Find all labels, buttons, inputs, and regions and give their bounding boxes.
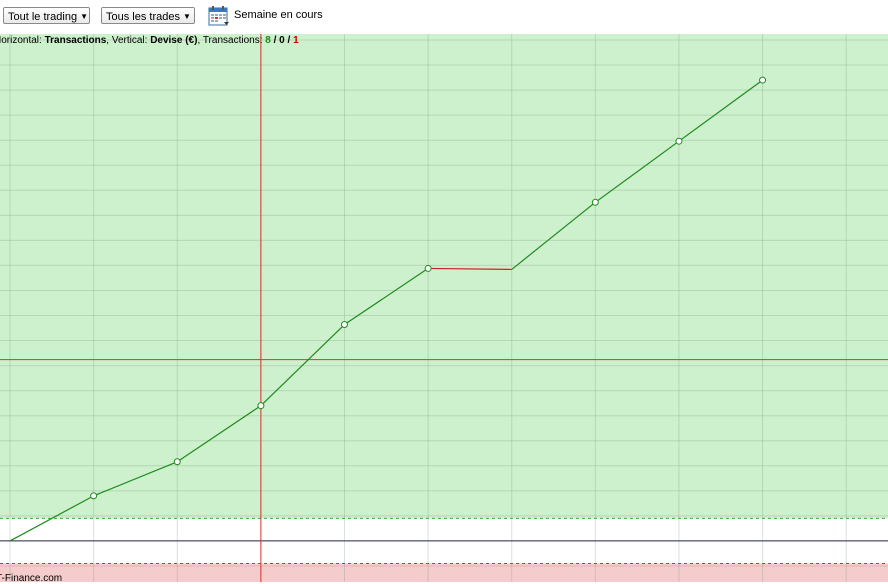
data-point — [675, 137, 683, 145]
calendar-icon[interactable] — [208, 5, 230, 27]
losing-count: 1 — [293, 35, 299, 46]
horizontal-axis-name: Transactions — [44, 35, 107, 46]
period-label[interactable]: Semaine en cours — [234, 9, 323, 21]
data-point — [257, 402, 265, 410]
trading-filter-label: Tout le trading — [8, 11, 78, 23]
data-point — [173, 458, 181, 466]
data-point — [591, 198, 599, 206]
vertical-prefix: , Vertical: — [106, 35, 151, 46]
count-separator: / — [270, 35, 280, 46]
data-point — [424, 264, 432, 272]
toolbar: Tout le trading ▼ Tous les trades ▼ Semain… — [0, 0, 888, 34]
brand-watermark: T-Finance.com — [0, 573, 63, 584]
equity-chart — [0, 34, 888, 582]
chevron-down-icon: ▼ — [182, 12, 191, 21]
data-point — [759, 76, 767, 84]
horizontal-prefix: Horizontal: — [0, 35, 42, 46]
trades-filter-dropdown[interactable]: Tous les trades ▼ — [101, 7, 195, 24]
profit-zone — [0, 34, 888, 519]
count-separator: / — [284, 35, 294, 46]
chart-stats-line: Horizontal: Transactions, Vertical: Devi… — [0, 35, 299, 46]
transactions-prefix: , Transactions: — [197, 35, 266, 46]
trading-filter-dropdown[interactable]: Tout le trading ▼ — [3, 7, 90, 24]
data-point — [340, 321, 348, 329]
vertical-axis-name: Devise (€) — [150, 35, 198, 46]
trades-filter-label: Tous les trades — [106, 11, 180, 23]
data-point — [90, 492, 98, 500]
chevron-down-icon: ▼ — [80, 12, 89, 21]
